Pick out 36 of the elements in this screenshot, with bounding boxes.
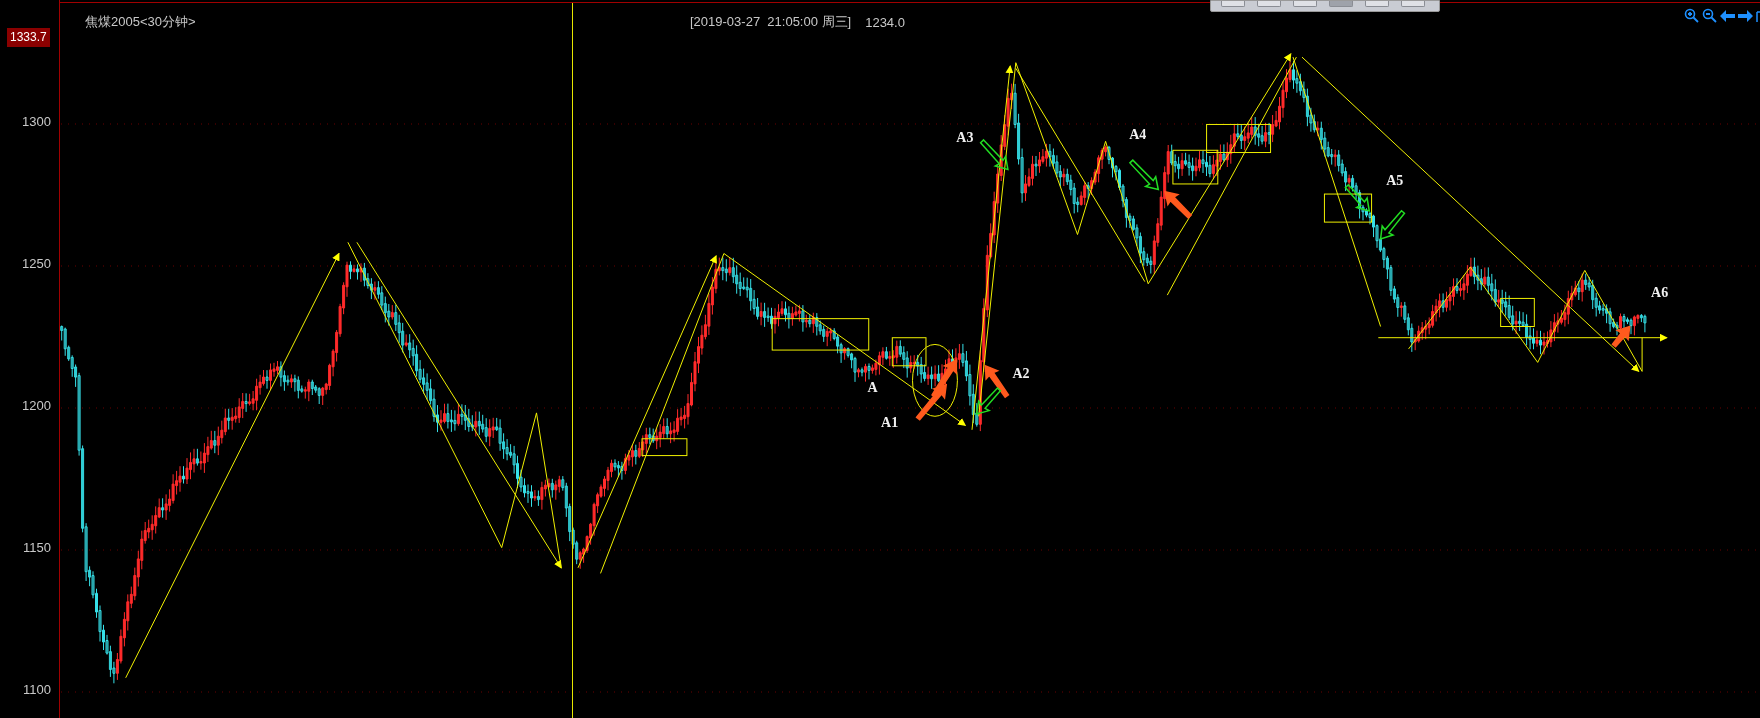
solid-arrow bbox=[1611, 325, 1631, 348]
chart-title: 焦煤2005<30分钟> bbox=[85, 13, 197, 31]
annotation-label: A2 bbox=[1012, 365, 1030, 382]
toolbar-button[interactable] bbox=[1329, 1, 1353, 7]
toolbar-button[interactable] bbox=[1221, 1, 1245, 7]
annotation-label: A4 bbox=[1129, 126, 1147, 143]
window-icon[interactable] bbox=[1756, 9, 1760, 22]
annotation-label: A3 bbox=[956, 130, 974, 147]
axis-label: 1250 bbox=[22, 255, 51, 271]
axis-label: 1150 bbox=[23, 539, 51, 555]
hollow-arrow bbox=[979, 138, 1009, 171]
axis-label: 1100 bbox=[23, 681, 51, 697]
zoom-in-icon[interactable] bbox=[1684, 8, 1699, 23]
toolbar-button[interactable] bbox=[1401, 1, 1425, 7]
solid-arrow bbox=[1164, 190, 1193, 219]
toolbar-button[interactable] bbox=[1257, 1, 1281, 7]
solid-arrow bbox=[931, 359, 958, 399]
hollow-arrow bbox=[1128, 159, 1160, 191]
annotation-label: A bbox=[867, 380, 878, 397]
toolbar-button[interactable] bbox=[1365, 1, 1389, 7]
toolbar-button[interactable] bbox=[1293, 1, 1317, 7]
price-tag: 1333.7 bbox=[7, 28, 50, 47]
annotation-label: A6 bbox=[1651, 284, 1669, 301]
annotation-label: A1 bbox=[881, 415, 899, 432]
annotation-label: A5 bbox=[1386, 172, 1404, 189]
zoom-out-icon[interactable] bbox=[1702, 8, 1717, 23]
axis-label: 1300 bbox=[22, 113, 51, 129]
cursor-time: [2019-03-27 21:05:00 周三] bbox=[690, 13, 852, 31]
solid-arrow bbox=[984, 364, 1010, 399]
hollow-arrow bbox=[975, 386, 1002, 416]
left-arrow-icon[interactable] bbox=[1720, 9, 1735, 22]
axis-label: 1200 bbox=[22, 397, 51, 413]
hollow-arrow bbox=[1379, 209, 1406, 240]
right-arrow-icon[interactable] bbox=[1738, 9, 1753, 22]
cursor-price: 1234.0 bbox=[865, 14, 905, 30]
hollow-arrow bbox=[1344, 183, 1371, 212]
